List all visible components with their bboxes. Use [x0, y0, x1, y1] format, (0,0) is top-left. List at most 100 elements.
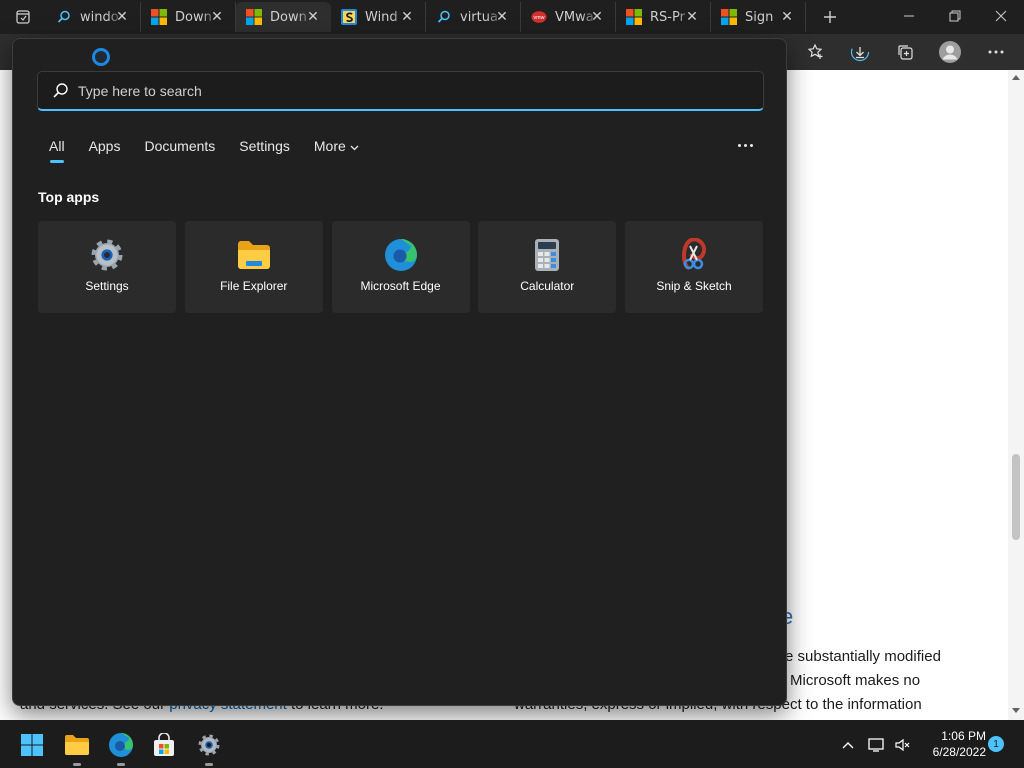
- gear-icon: [198, 734, 220, 756]
- app-tile-calculator[interactable]: Calculator: [478, 221, 617, 313]
- filter-tab-apps[interactable]: Apps: [77, 135, 133, 165]
- filter-tab-more[interactable]: More: [302, 135, 371, 165]
- gear-icon: [89, 237, 125, 273]
- running-indicator: [73, 763, 81, 766]
- edge-icon: [383, 237, 419, 273]
- folder-icon: [65, 735, 89, 755]
- settings-more-button[interactable]: [981, 38, 1011, 66]
- search-input[interactable]: [78, 78, 738, 104]
- browser-tab[interactable]: Down ✕: [236, 2, 331, 32]
- scroll-down-icon: [1012, 708, 1020, 713]
- notification-badge[interactable]: 1: [988, 736, 1004, 752]
- svg-text:vmw: vmw: [534, 15, 545, 21]
- store-icon: [154, 733, 174, 756]
- taskbar-file-explorer[interactable]: [60, 728, 94, 766]
- page-text-line: Microsoft makes no: [790, 672, 921, 689]
- mouse-cursor: [92, 48, 110, 66]
- close-tab-icon[interactable]: ✕: [114, 9, 130, 25]
- browser-tab[interactable]: Sign ✕: [711, 2, 806, 32]
- page-scrollbar[interactable]: [1008, 70, 1024, 720]
- top-apps-heading: Top apps: [38, 189, 100, 205]
- restore-button[interactable]: [932, 0, 978, 32]
- app-tile-settings[interactable]: Settings: [38, 221, 176, 313]
- search-box[interactable]: [37, 71, 764, 111]
- more-options-button[interactable]: [731, 133, 759, 157]
- start-button[interactable]: [15, 728, 49, 762]
- vmware-icon: vmw: [531, 9, 547, 25]
- taskbar: 1:06 PM 6/28/2022 1: [0, 720, 1024, 768]
- active-filter-indicator: [50, 160, 64, 163]
- avatar-icon: [939, 41, 961, 63]
- filter-tab-all[interactable]: All: [37, 135, 77, 165]
- browser-tab[interactable]: vmw VMwa ✕: [521, 2, 616, 32]
- minimize-button[interactable]: [886, 0, 932, 32]
- top-apps-grid: Settings File Explorer Microsoft Edge Calcu…: [38, 221, 763, 313]
- microsoft-logo-icon: [626, 9, 642, 25]
- downloads-button[interactable]: [845, 38, 875, 66]
- dot-icon: [749, 143, 753, 147]
- calculator-icon: [529, 237, 565, 273]
- minimize-icon: [904, 15, 914, 17]
- taskbar-settings[interactable]: [192, 728, 226, 766]
- volume-button[interactable]: [888, 728, 918, 762]
- browser-tab[interactable]: RS-Pr ✕: [616, 2, 711, 32]
- close-window-button[interactable]: [978, 0, 1024, 32]
- more-horizontal-icon: [988, 50, 1004, 54]
- filter-label: Documents: [144, 138, 216, 154]
- chevron-up-icon: [842, 742, 854, 749]
- scroll-up-icon: [1012, 75, 1020, 80]
- collections-button[interactable]: [890, 38, 920, 66]
- taskbar-clock[interactable]: 1:06 PM 6/28/2022: [918, 728, 986, 760]
- new-tab-button[interactable]: [816, 4, 844, 30]
- filter-tab-settings[interactable]: Settings: [227, 135, 302, 165]
- close-tab-icon[interactable]: ✕: [684, 9, 700, 25]
- search-icon: [436, 9, 452, 25]
- page-text-line: e substantially modified: [785, 648, 941, 665]
- s-icon: [341, 9, 357, 25]
- close-tab-icon[interactable]: ✕: [399, 9, 415, 25]
- close-tab-icon[interactable]: ✕: [589, 9, 605, 25]
- dot-icon: [743, 143, 747, 147]
- taskbar-store[interactable]: [147, 728, 181, 762]
- browser-tab[interactable]: Wind ✕: [331, 2, 426, 32]
- scroll-thumb[interactable]: [1012, 454, 1020, 540]
- running-indicator: [117, 763, 125, 766]
- app-tile-label: Snip & Sketch: [656, 279, 732, 293]
- close-icon: [995, 10, 1007, 22]
- app-tile-microsoft-edge[interactable]: Microsoft Edge: [331, 221, 470, 313]
- snip-sketch-icon: [676, 237, 712, 273]
- download-icon: [850, 42, 870, 62]
- profile-button[interactable]: [935, 38, 965, 66]
- show-hidden-icons-button[interactable]: [833, 728, 863, 762]
- close-tab-icon[interactable]: ✕: [779, 9, 795, 25]
- filter-tab-documents[interactable]: Documents: [132, 135, 227, 165]
- app-tile-file-explorer[interactable]: File Explorer: [184, 221, 323, 313]
- close-tab-icon[interactable]: ✕: [305, 9, 321, 25]
- browser-tab[interactable]: windo ✕: [46, 2, 141, 32]
- tab-actions-button[interactable]: [0, 0, 46, 34]
- search-flyout: All Apps Documents Settings More Top apps Se…: [12, 38, 787, 706]
- close-tab-icon[interactable]: ✕: [494, 9, 510, 25]
- running-indicator: [205, 763, 213, 766]
- microsoft-logo-icon: [246, 9, 262, 25]
- close-tab-icon[interactable]: ✕: [209, 9, 225, 25]
- plus-icon: [824, 11, 836, 23]
- app-tile-snip-sketch[interactable]: Snip & Sketch: [625, 221, 763, 313]
- browser-tab[interactable]: Down ✕: [141, 2, 236, 32]
- browser-tab[interactable]: virtua ✕: [426, 2, 521, 32]
- app-tile-label: Settings: [85, 279, 129, 293]
- app-tile-label: Microsoft Edge: [360, 279, 441, 293]
- volume-muted-icon: [895, 738, 910, 752]
- dot-icon: [737, 143, 741, 147]
- search-icon: [53, 83, 68, 98]
- folder-icon: [236, 237, 272, 273]
- taskbar-edge[interactable]: [104, 728, 138, 766]
- network-icon: [868, 738, 884, 752]
- favorites-star-icon: [807, 43, 823, 59]
- tab-actions-icon: [16, 10, 30, 24]
- favorites-button[interactable]: [801, 38, 831, 66]
- collections-icon: [898, 45, 913, 60]
- microsoft-logo-icon: [721, 9, 737, 25]
- clock-time: 1:06 PM: [941, 729, 986, 743]
- chevron-down-icon: [350, 138, 359, 160]
